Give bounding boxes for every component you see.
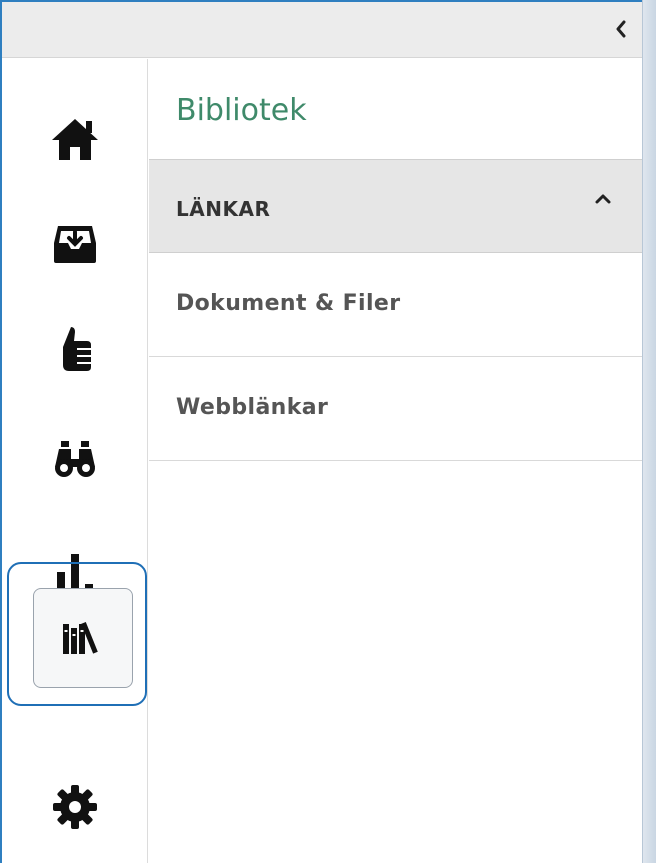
list-item-weblinks[interactable]: Webblänkar bbox=[149, 357, 642, 461]
list-item-label: Webblänkar bbox=[176, 395, 329, 420]
inbox-icon bbox=[54, 226, 96, 263]
rail-item-inbox[interactable] bbox=[2, 194, 148, 294]
thumbs-up-icon bbox=[63, 327, 91, 371]
top-bar bbox=[2, 2, 642, 58]
library-icon bbox=[63, 622, 98, 654]
section-header-links[interactable]: LÄNKAR bbox=[149, 160, 642, 253]
panel-title: Bibliotek bbox=[149, 59, 642, 160]
icon-rail bbox=[2, 59, 148, 863]
binoculars-icon bbox=[55, 441, 95, 477]
gear-icon bbox=[53, 785, 97, 829]
list-item-label: Dokument & Filer bbox=[176, 291, 401, 316]
chevron-up-icon bbox=[595, 194, 611, 204]
window-edge bbox=[642, 0, 656, 863]
rail-item-library[interactable] bbox=[33, 588, 133, 688]
section-label: LÄNKAR bbox=[176, 197, 271, 221]
rail-item-likes[interactable] bbox=[2, 299, 148, 399]
rail-item-home[interactable] bbox=[2, 89, 148, 189]
chevron-left-icon bbox=[616, 20, 626, 38]
home-icon bbox=[52, 119, 98, 160]
rail-item-settings[interactable] bbox=[2, 757, 148, 857]
rail-item-search[interactable] bbox=[2, 409, 148, 509]
list-item-documents[interactable]: Dokument & Filer bbox=[149, 253, 642, 357]
library-panel: Bibliotek LÄNKAR Dokument & Filer Webblä… bbox=[149, 59, 642, 863]
collapse-panel-button[interactable] bbox=[606, 12, 636, 46]
